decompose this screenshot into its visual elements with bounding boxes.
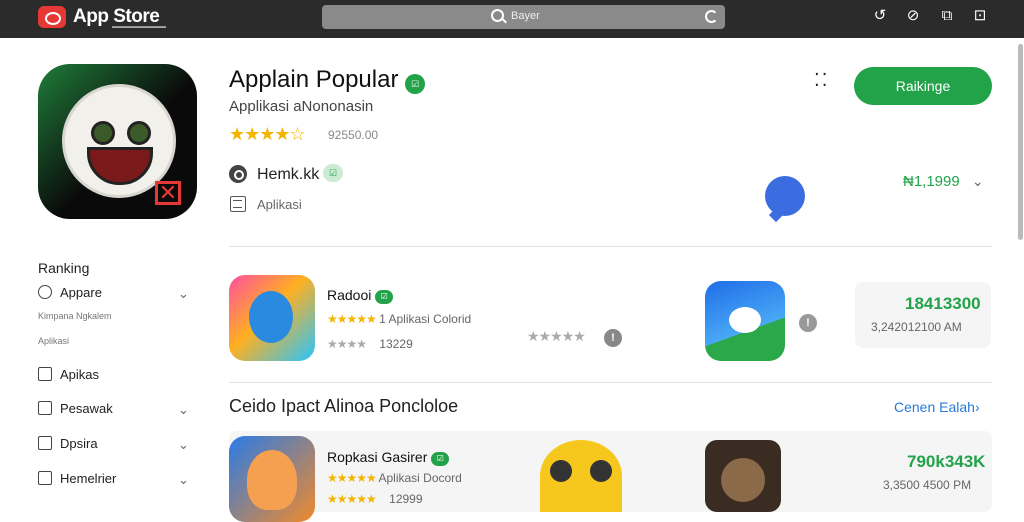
mid-rating-stars: ★★★★★ [527,328,586,344]
chevron-down-icon[interactable]: ⌄ [178,402,189,418]
rating-count: 92550.00 [328,128,379,142]
app-title: Applain Popular ☑ [229,66,426,94]
price-card[interactable]: 18413300 3,242012100 AM [855,282,991,348]
cat-face [721,458,765,502]
sidebar-item-pesawak[interactable]: Pesawak [38,401,113,416]
app-thumbnail[interactable] [705,281,785,361]
price-label[interactable]: ₦1,1999 ⌄ [903,173,984,190]
window-icon[interactable]: ⊡ [972,8,988,24]
price-card[interactable]: 790k343K 3,3500 4500 PM [855,440,991,506]
info-icon[interactable]: ! [604,329,622,347]
chevron-down-icon[interactable]: ⌄ [178,437,189,453]
app-store-logo-icon[interactable] [38,6,66,28]
search-input[interactable]: Bayer [511,10,540,22]
sidebar-subitem[interactable]: Aplikasi [38,336,69,346]
rating-stars: ★★★★★ [327,312,377,326]
chevron-down-icon[interactable]: ⌄ [178,286,189,302]
price-date: 3,242012100 AM [871,320,962,334]
fox-icon [247,450,297,510]
app-thumbnail[interactable] [229,436,315,522]
cat-character-icon [705,440,781,512]
sidebar-item-apikas[interactable]: Apikas [38,367,99,382]
share-icon[interactable]: ⧉ [939,8,955,24]
rating-stars: ★★★★★ [327,471,377,485]
chevron-down-icon[interactable]: ⌄ [972,173,984,189]
grid-icon [38,367,52,381]
developer-badge-icon: ☑ [323,164,343,182]
more-options-icon[interactable]: ⁚⁚ [814,71,836,94]
chat-bubble-icon [765,176,805,216]
row-rating-line: ★★★★★ Aplikasi Docord [327,471,462,485]
section-title: Ceido Ipact Alinoa Poncloloe [229,396,459,416]
sidebar-item-hemelrier[interactable]: Hemelrier [38,471,116,486]
sidebar-item-label: Pesawak [60,401,113,416]
row-app-name[interactable]: Radooi ☑ [327,287,394,304]
compass-icon[interactable]: ⊘ [905,8,921,24]
folder-icon [38,436,52,450]
brand-subtitle: ▬▬▬▬▬▬▬▬▬ [112,24,166,30]
divider [229,382,992,383]
developer-icon [229,165,247,183]
sidebar-item-label: Dpsira [60,436,98,451]
get-button[interactable]: Raikinge [854,67,992,105]
info-icon[interactable]: ! [799,314,817,332]
see-all-link[interactable]: Cenen Ealah› [894,399,980,415]
ghost-icon [729,307,761,333]
category-label[interactable]: Aplikasi [257,197,302,212]
sidebar-item-label: Appare [60,285,102,300]
left-eye [550,460,572,482]
left-eye [91,121,115,145]
row-app-name-text: Ropkasi Gasirer [327,449,428,465]
sidebar-item-label: Hemelrier [60,471,117,486]
price-value: 18413300 [905,294,981,313]
category-icon [230,196,246,212]
emoji-character-icon [540,440,622,512]
rating-text: Aplikasi Docord [378,471,462,485]
mouth [87,147,153,185]
chevron-down-icon[interactable]: ⌄ [178,472,189,488]
row-rating-line: ★★★★★ 1 Aplikasi Colorid [327,312,471,326]
row-app-name[interactable]: Ropkasi Gasirer ☑ [327,449,450,466]
sidebar-title: Ranking [38,260,90,276]
rating-stars: ★★★★☆ [229,124,306,144]
divider [229,246,992,247]
right-eye [127,121,151,145]
app-hero-icon: ✕ [38,64,197,219]
app-thumbnail[interactable] [229,275,315,361]
verified-badge-icon: ☑ [431,452,450,466]
sidebar-item-label: Apikas [60,367,100,382]
scrollbar[interactable] [1018,44,1023,240]
back-arrow-icon[interactable]: ↺ [872,8,888,24]
verified-badge-icon: ☑ [405,74,426,94]
app-icon [38,285,52,299]
rating-count: 13229 [379,337,413,351]
mascot-icon [249,291,293,343]
search-icon [491,9,504,22]
app-title-text: Applain Popular [229,66,399,93]
row-rating-line-2: ★★★★ 13229 [327,337,413,351]
rating-stars: ★★★★★ [327,492,377,506]
developer-name[interactable]: Hemk.kk [257,166,319,184]
verified-badge-icon: ☑ [375,290,394,304]
sidebar-item-appare[interactable]: Appare [38,285,102,300]
row-rating-line-2: ★★★★★ 12999 [327,492,423,506]
sidebar-item-dpsira[interactable]: Dpsira [38,436,98,451]
app-subtitle: Applikasi aNononasin [229,98,374,115]
price-value: 790k343K [907,452,986,471]
calendar-icon [38,471,52,485]
price-value: ₦1,1999 [903,173,960,190]
row-app-name-text: Radooi [327,287,372,303]
refresh-icon[interactable] [705,10,718,23]
sidebar-subitem[interactable]: Kimpana Ngkalem [38,311,112,321]
close-box-icon: ✕ [155,181,181,205]
right-eye [590,460,612,482]
rating-text: 1 Aplikasi Colorid [379,312,472,326]
rating-count: 12999 [389,492,423,506]
rating-stars: ★★★★ [327,337,367,351]
image-icon [38,401,52,415]
price-date: 3,3500 4500 PM [883,478,972,492]
